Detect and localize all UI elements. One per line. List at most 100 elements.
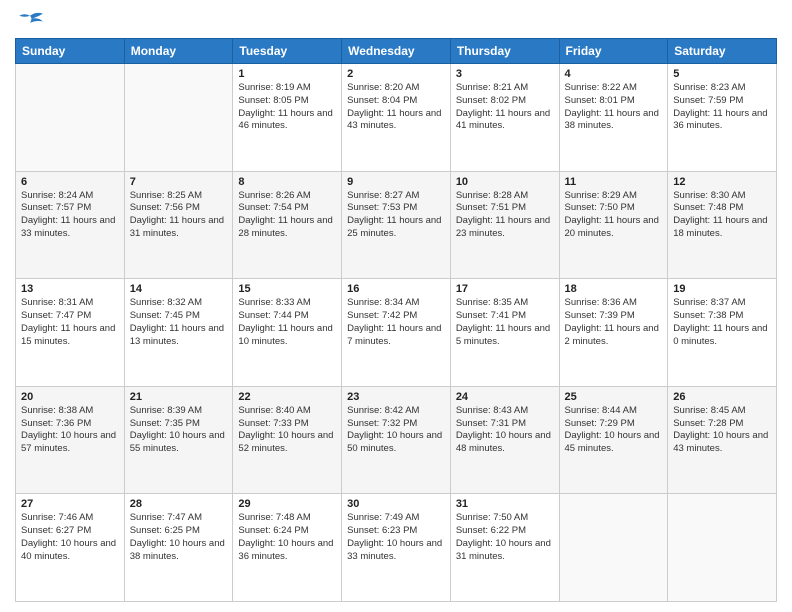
day-number: 3 <box>456 68 554 80</box>
sunset-text: Sunset: 6:25 PM <box>130 525 228 538</box>
calendar-cell: 28Sunrise: 7:47 AMSunset: 6:25 PMDayligh… <box>124 494 233 602</box>
sunset-text: Sunset: 7:42 PM <box>347 310 445 323</box>
day-number: 6 <box>21 176 119 188</box>
cell-content: Sunrise: 8:23 AMSunset: 7:59 PMDaylight:… <box>673 82 771 133</box>
daylight-text: Daylight: 10 hours and 48 minutes. <box>456 430 554 456</box>
sunrise-text: Sunrise: 8:20 AM <box>347 82 445 95</box>
calendar-cell: 4Sunrise: 8:22 AMSunset: 8:01 PMDaylight… <box>559 64 668 172</box>
calendar-cell: 1 Sunrise: 8:19 AMSunset: 8:05 PMDaylight… <box>233 64 342 172</box>
calendar-cell <box>124 64 233 172</box>
daylight-text: Daylight: 11 hours and 15 minutes. <box>21 323 119 349</box>
sunset-text: Sunset: 6:27 PM <box>21 525 119 538</box>
calendar-cell: 19Sunrise: 8:37 AMSunset: 7:38 PMDayligh… <box>668 279 777 387</box>
sunset-text: Sunset: 7:48 PM <box>673 202 771 215</box>
sunrise-text: Sunrise: 8:44 AM <box>565 405 663 418</box>
cell-content: Sunrise: 8:20 AMSunset: 8:04 PMDaylight:… <box>347 82 445 133</box>
sunset-text: Sunset: 7:59 PM <box>673 95 771 108</box>
cell-content: Sunrise: 7:48 AMSunset: 6:24 PMDaylight:… <box>238 512 336 563</box>
header-day-friday: Friday <box>559 39 668 64</box>
cell-content: Sunrise: 8:29 AMSunset: 7:50 PMDaylight:… <box>565 190 663 241</box>
day-number: 14 <box>130 283 228 295</box>
calendar-cell: 29 Sunrise: 7:48 AMSunset: 6:24 PMDayligh… <box>233 494 342 602</box>
calendar-cell: 12Sunrise: 8:30 AMSunset: 7:48 PMDayligh… <box>668 171 777 279</box>
sunrise-text: Sunrise: 7:50 AM <box>456 512 554 525</box>
calendar-header: SundayMondayTuesdayWednesdayThursdayFrid… <box>16 39 777 64</box>
daylight-text: Daylight: 10 hours and 33 minutes. <box>347 538 445 564</box>
day-number: 7 <box>130 176 228 188</box>
cell-content: Sunrise: 8:45 AMSunset: 7:28 PMDaylight:… <box>673 405 771 456</box>
day-number: 17 <box>456 283 554 295</box>
cell-content: Sunrise: 8:35 AMSunset: 7:41 PMDaylight:… <box>456 297 554 348</box>
daylight-text: Daylight: 11 hours and 10 minutes. <box>238 323 336 349</box>
day-number: 1 <box>238 68 336 80</box>
sunrise-text: Sunrise: 8:19 AM <box>238 82 336 95</box>
sunrise-text: Sunrise: 8:26 AM <box>238 190 336 203</box>
cell-content: Sunrise: 8:44 AMSunset: 7:29 PMDaylight:… <box>565 405 663 456</box>
sunset-text: Sunset: 8:02 PM <box>456 95 554 108</box>
sunrise-text: Sunrise: 8:25 AM <box>130 190 228 203</box>
calendar-cell: 7Sunrise: 8:25 AMSunset: 7:56 PMDaylight… <box>124 171 233 279</box>
calendar-cell: 2 Sunrise: 8:20 AMSunset: 8:04 PMDaylight… <box>342 64 451 172</box>
calendar-cell: 24Sunrise: 8:43 AMSunset: 7:31 PMDayligh… <box>450 386 559 494</box>
cell-content: Sunrise: 8:24 AMSunset: 7:57 PMDaylight:… <box>21 190 119 241</box>
daylight-text: Daylight: 10 hours and 36 minutes. <box>238 538 336 564</box>
daylight-text: Daylight: 11 hours and 46 minutes. <box>238 108 336 134</box>
daylight-text: Daylight: 11 hours and 0 minutes. <box>673 323 771 349</box>
daylight-text: Daylight: 11 hours and 23 minutes. <box>456 215 554 241</box>
day-number: 21 <box>130 391 228 403</box>
day-number: 5 <box>673 68 771 80</box>
sunset-text: Sunset: 7:53 PM <box>347 202 445 215</box>
sunrise-text: Sunrise: 8:29 AM <box>565 190 663 203</box>
daylight-text: Daylight: 11 hours and 28 minutes. <box>238 215 336 241</box>
daylight-text: Daylight: 10 hours and 40 minutes. <box>21 538 119 564</box>
daylight-text: Daylight: 11 hours and 13 minutes. <box>130 323 228 349</box>
sunrise-text: Sunrise: 8:45 AM <box>673 405 771 418</box>
calendar-cell <box>559 494 668 602</box>
day-number: 13 <box>21 283 119 295</box>
sunset-text: Sunset: 7:36 PM <box>21 418 119 431</box>
sunrise-text: Sunrise: 8:43 AM <box>456 405 554 418</box>
day-number: 11 <box>565 176 663 188</box>
sunrise-text: Sunrise: 8:36 AM <box>565 297 663 310</box>
cell-content: Sunrise: 7:46 AMSunset: 6:27 PMDaylight:… <box>21 512 119 563</box>
sunset-text: Sunset: 7:39 PM <box>565 310 663 323</box>
cell-content: Sunrise: 8:42 AMSunset: 7:32 PMDaylight:… <box>347 405 445 456</box>
calendar-cell: 31Sunrise: 7:50 AMSunset: 6:22 PMDayligh… <box>450 494 559 602</box>
calendar-cell <box>16 64 125 172</box>
daylight-text: Daylight: 11 hours and 41 minutes. <box>456 108 554 134</box>
calendar-cell: 27Sunrise: 7:46 AMSunset: 6:27 PMDayligh… <box>16 494 125 602</box>
sunset-text: Sunset: 7:54 PM <box>238 202 336 215</box>
daylight-text: Daylight: 11 hours and 36 minutes. <box>673 108 771 134</box>
calendar-cell: 9Sunrise: 8:27 AMSunset: 7:53 PMDaylight… <box>342 171 451 279</box>
day-number: 2 <box>347 68 445 80</box>
calendar-cell: 26 Sunrise: 8:45 AMSunset: 7:28 PMDayligh… <box>668 386 777 494</box>
sunset-text: Sunset: 8:05 PM <box>238 95 336 108</box>
sunrise-text: Sunrise: 8:22 AM <box>565 82 663 95</box>
cell-content: Sunrise: 8:36 AMSunset: 7:39 PMDaylight:… <box>565 297 663 348</box>
day-number: 26 <box>673 391 771 403</box>
calendar-cell: 15Sunrise: 8:33 AMSunset: 7:44 PMDayligh… <box>233 279 342 387</box>
cell-content: Sunrise: 8:40 AMSunset: 7:33 PMDaylight:… <box>238 405 336 456</box>
cell-content: Sunrise: 8:33 AMSunset: 7:44 PMDaylight:… <box>238 297 336 348</box>
calendar-cell <box>668 494 777 602</box>
logo-icon <box>15 10 45 30</box>
sunset-text: Sunset: 6:24 PM <box>238 525 336 538</box>
sunrise-text: Sunrise: 7:46 AM <box>21 512 119 525</box>
cell-content: Sunrise: 7:49 AMSunset: 6:23 PMDaylight:… <box>347 512 445 563</box>
calendar-cell: 5 Sunrise: 8:23 AMSunset: 7:59 PMDaylight… <box>668 64 777 172</box>
calendar-week-3: 13 Sunrise: 8:31 AMSunset: 7:47 PMDayligh… <box>16 279 777 387</box>
sunset-text: Sunset: 7:44 PM <box>238 310 336 323</box>
daylight-text: Daylight: 10 hours and 55 minutes. <box>130 430 228 456</box>
sunset-text: Sunset: 7:35 PM <box>130 418 228 431</box>
calendar-cell: 10Sunrise: 8:28 AMSunset: 7:51 PMDayligh… <box>450 171 559 279</box>
sunrise-text: Sunrise: 7:49 AM <box>347 512 445 525</box>
header-day-sunday: Sunday <box>16 39 125 64</box>
day-number: 12 <box>673 176 771 188</box>
calendar-cell: 21 Sunrise: 8:39 AMSunset: 7:35 PMDayligh… <box>124 386 233 494</box>
cell-content: Sunrise: 8:31 AMSunset: 7:47 PMDaylight:… <box>21 297 119 348</box>
sunrise-text: Sunrise: 8:39 AM <box>130 405 228 418</box>
day-number: 29 <box>238 498 336 510</box>
sunrise-text: Sunrise: 8:34 AM <box>347 297 445 310</box>
cell-content: Sunrise: 8:39 AMSunset: 7:35 PMDaylight:… <box>130 405 228 456</box>
daylight-text: Daylight: 10 hours and 31 minutes. <box>456 538 554 564</box>
